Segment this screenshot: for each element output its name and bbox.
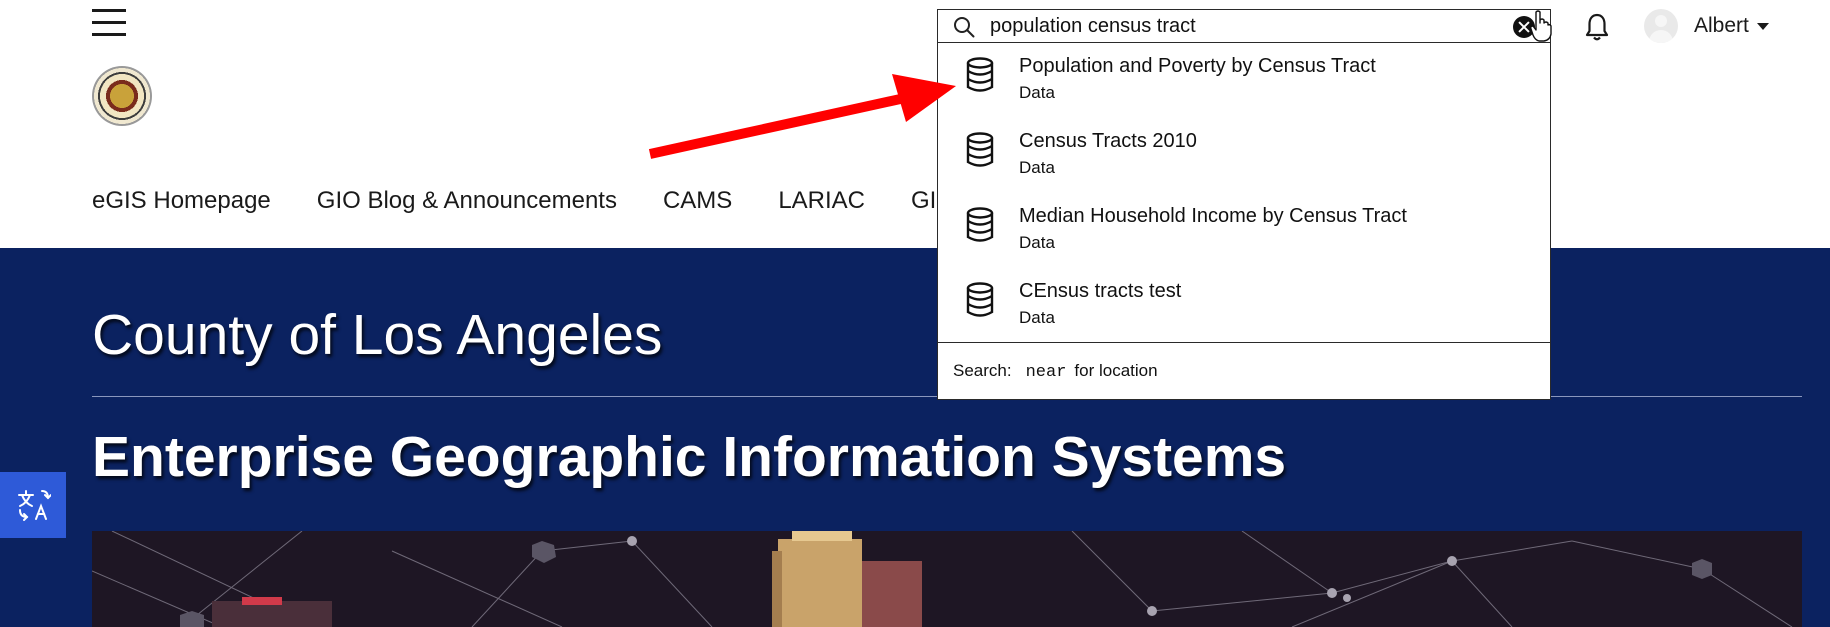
search-result-title: Population and Poverty by Census Tract — [1019, 55, 1376, 77]
nav-item-lariac[interactable]: LARIAC — [778, 187, 865, 215]
translate-button[interactable] — [0, 472, 66, 538]
bell-icon[interactable] — [1584, 12, 1610, 42]
search-field[interactable] — [937, 9, 1551, 43]
search-result-item[interactable]: CEnsus tracts test Data — [938, 268, 1550, 343]
nav-item-gio-blog[interactable]: GIO Blog & Announcements — [317, 187, 617, 215]
nav-item-cams[interactable]: CAMS — [663, 187, 732, 215]
hamburger-menu-icon[interactable] — [92, 6, 126, 40]
user-menu[interactable]: Albert — [1644, 8, 1769, 44]
county-seal-logo[interactable] — [92, 66, 152, 126]
hint-prefix: Search: — [953, 361, 1012, 380]
hero-city-network-image — [92, 531, 1802, 627]
dropdown-divider — [938, 342, 1550, 343]
nav-item-egis-homepage[interactable]: eGIS Homepage — [92, 187, 271, 215]
hero-banner: County of Los Angeles Enterprise Geograp… — [0, 248, 1830, 627]
chevron-down-icon — [1756, 22, 1769, 30]
search-result-item[interactable]: Median Household Income by Census Tract … — [938, 193, 1550, 268]
database-icon — [966, 57, 994, 92]
search-results-dropdown: Population and Poverty by Census Tract D… — [937, 42, 1551, 400]
search-result-type: Data — [1019, 308, 1055, 327]
search-input[interactable] — [990, 13, 1490, 39]
main-navigation: eGIS Homepage GIO Blog & Announcements C… — [92, 186, 998, 216]
search-result-type: Data — [1019, 233, 1055, 252]
database-icon — [966, 282, 994, 317]
avatar — [1644, 9, 1678, 43]
hint-suffix: for location — [1074, 361, 1158, 380]
search-result-title: CEnsus tracts test — [1019, 280, 1182, 302]
search-result-title: Median Household Income by Census Tract — [1019, 205, 1407, 227]
pointer-hand-icon — [1530, 10, 1552, 42]
search-result-title: Census Tracts 2010 — [1019, 130, 1197, 152]
user-name: Albert — [1694, 14, 1749, 37]
hint-keyword: near — [1025, 363, 1067, 382]
search-result-type: Data — [1019, 158, 1055, 177]
search-result-type: Data — [1019, 83, 1055, 102]
translate-icon — [18, 490, 51, 521]
search-icon — [954, 17, 975, 38]
hero-title: County of Los Angeles — [92, 303, 663, 367]
database-icon — [966, 132, 994, 167]
search-result-item[interactable]: Population and Poverty by Census Tract D… — [938, 43, 1550, 118]
annotation-arrow-icon — [648, 74, 956, 159]
hero-subtitle: Enterprise Geographic Information System… — [92, 425, 1287, 489]
search-location-hint[interactable]: Search: near for location — [953, 361, 1158, 382]
database-icon — [966, 207, 994, 242]
search-result-item[interactable]: Census Tracts 2010 Data — [938, 118, 1550, 193]
